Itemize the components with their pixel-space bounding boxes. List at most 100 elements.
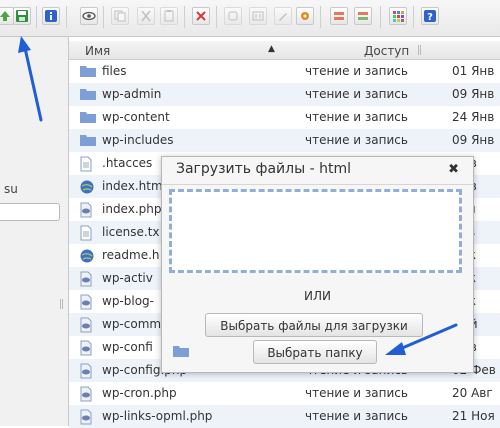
duplicate-button[interactable] <box>224 7 242 25</box>
file-name: wp-cron.php <box>102 386 177 400</box>
rename-button[interactable] <box>249 7 267 25</box>
grid-view-icon <box>393 11 404 22</box>
file-date: 21 Ноя <box>452 409 495 423</box>
sidebar-input[interactable] <box>0 203 60 221</box>
file-access: чтение и запись <box>305 133 408 147</box>
dialog-divider <box>162 184 473 185</box>
dialog-title: Загрузить файлы - html <box>176 161 351 177</box>
file-name: wp-links-opml.php <box>102 409 213 423</box>
info-button[interactable] <box>42 7 60 25</box>
toolbar-separator <box>413 6 414 28</box>
delete-button[interactable] <box>192 7 210 25</box>
save-button[interactable] <box>13 7 31 25</box>
select-folder-button[interactable]: Выбрать папку <box>253 340 377 364</box>
file-name: readme.h <box>102 248 160 262</box>
toolbar-separator <box>103 6 104 28</box>
file-name: wp-includes <box>102 133 174 147</box>
text-file-icon <box>79 156 93 175</box>
column-access-header[interactable]: Доступ <box>364 44 409 58</box>
table-row[interactable]: wp-links-opml.php чтение и запись 21 Ноя <box>69 405 500 428</box>
file-name: wp-confi <box>102 340 153 354</box>
html-file-icon <box>79 248 95 267</box>
table-row[interactable]: wp-content чтение и запись 24 Янв <box>69 106 500 129</box>
svg-text:?: ? <box>427 12 433 23</box>
compress-button[interactable] <box>354 7 372 25</box>
copy-button[interactable] <box>111 7 129 25</box>
left-panel: su <box>0 37 69 426</box>
php-file-icon <box>79 340 93 359</box>
paste-button[interactable] <box>160 7 178 25</box>
file-access: чтение и запись <box>305 110 408 124</box>
file-name: wp-admin <box>102 87 162 101</box>
upload-button[interactable] <box>0 7 14 25</box>
file-name: .htacces <box>102 156 153 170</box>
php-file-icon <box>79 294 93 313</box>
toolbar-separator <box>66 6 67 28</box>
file-name: wp-content <box>102 110 170 124</box>
or-label: ИЛИ <box>304 289 331 303</box>
text-file-icon <box>79 225 93 244</box>
toolbar: ? <box>0 0 500 37</box>
grid-view-button[interactable] <box>389 7 407 25</box>
folder-icon <box>79 133 97 150</box>
php-file-icon <box>79 363 93 382</box>
view-icon <box>82 11 96 21</box>
file-access: чтение и запись <box>305 386 408 400</box>
duplicate-icon <box>228 11 238 21</box>
column-name-header[interactable]: Имя <box>85 44 110 58</box>
edit-button[interactable] <box>274 7 292 25</box>
help-icon: ? <box>424 10 436 23</box>
file-date: 20 Авг <box>452 386 493 400</box>
info-icon <box>45 10 57 22</box>
file-access: чтение и запись <box>305 64 408 78</box>
file-access: чтение и запись <box>305 87 408 101</box>
drop-zone[interactable] <box>169 189 462 273</box>
sort-ascending-icon: ▲ <box>268 44 275 54</box>
cut-button[interactable] <box>137 7 155 25</box>
toolbar-separator <box>184 6 185 28</box>
toolbar-separator <box>320 6 321 28</box>
close-icon[interactable]: ✖ <box>448 162 459 177</box>
delete-icon <box>196 11 206 21</box>
table-row[interactable]: wp-includes чтение и запись 09 Янв <box>69 129 500 152</box>
edit-icon <box>279 13 287 21</box>
select-files-button[interactable]: Выбрать файлы для загрузки <box>205 313 423 337</box>
html-file-icon <box>79 179 95 198</box>
file-name: wp-comm <box>102 317 162 331</box>
table-row[interactable]: wp-admin чтение и запись 09 Янв <box>69 83 500 106</box>
cut-icon <box>141 10 151 22</box>
file-date: 24 Янв <box>452 110 495 124</box>
file-date: 09 Янв <box>452 133 495 147</box>
view-button[interactable] <box>80 7 98 25</box>
file-name: index.php <box>102 202 162 216</box>
php-file-icon <box>79 317 93 336</box>
paste-icon <box>164 10 174 22</box>
file-name: files <box>102 64 127 78</box>
extract-button[interactable] <box>330 7 348 25</box>
list-header: Имя ▲ Доступ <box>69 41 500 60</box>
table-row[interactable]: wp-cron.php чтение и запись 20 Авг <box>69 382 500 405</box>
archive-icon <box>301 12 309 20</box>
php-file-icon <box>79 386 93 405</box>
archive-button[interactable] <box>296 7 314 25</box>
file-date: 01 Янв <box>452 64 495 78</box>
help-button[interactable]: ? <box>421 7 439 25</box>
toolbar-separator <box>216 6 217 28</box>
file-name: wp-blog- <box>102 294 155 308</box>
file-name: index.htm <box>102 179 163 193</box>
compress-icon <box>358 12 368 20</box>
sidebar-text: su <box>4 182 18 196</box>
table-row[interactable]: files чтение и запись 01 Янв <box>69 60 500 83</box>
file-date: 09 Янв <box>452 87 495 101</box>
folder-icon <box>79 110 97 127</box>
file-access: чтение и запись <box>305 409 408 423</box>
toolbar-separator <box>36 6 37 28</box>
column-resize-handle[interactable] <box>418 45 421 55</box>
upload-icon <box>0 11 10 21</box>
panel-resize-handle[interactable] <box>60 299 63 309</box>
folder-icon <box>79 87 97 104</box>
folder-icon <box>173 346 189 357</box>
php-file-icon <box>79 409 93 428</box>
file-name: license.tx <box>102 225 160 239</box>
rename-icon <box>252 11 264 21</box>
